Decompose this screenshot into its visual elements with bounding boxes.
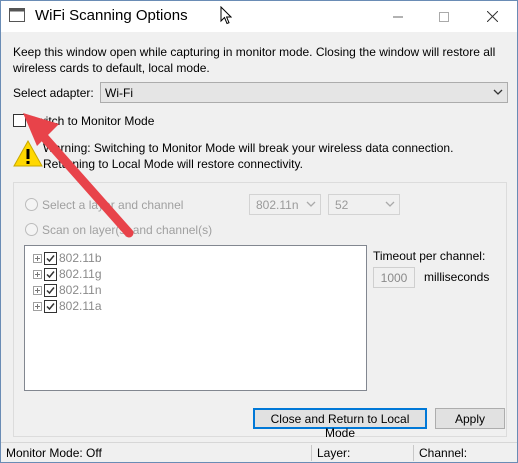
tree-row[interactable]: 802.11b (33, 250, 102, 266)
app-icon (9, 8, 25, 22)
layer-label: 802.11n (59, 283, 102, 297)
status-bar: Monitor Mode: Off Layer: Channel: (1, 442, 517, 462)
expand-icon[interactable] (33, 269, 42, 279)
adapter-label: Select adapter: (13, 86, 94, 100)
timeout-input[interactable]: 1000 (373, 267, 415, 288)
monitor-mode-status: Monitor Mode: Off (6, 446, 102, 460)
status-divider (311, 445, 312, 461)
expand-icon[interactable] (33, 285, 42, 295)
wifi-scanning-options-window: WiFi Scanning Options Keep this window o… (0, 0, 518, 463)
layer-checkbox[interactable] (44, 267, 57, 281)
window-title: WiFi Scanning Options (35, 7, 188, 24)
title-bar[interactable]: WiFi Scanning Options (1, 1, 517, 32)
layer-tree[interactable]: 802.11b 802.11g 802.11n 802.11a (24, 245, 367, 391)
adapter-value: Wi-Fi (105, 86, 133, 100)
channel-status: Channel: (419, 446, 468, 460)
apply-button[interactable]: Apply (435, 408, 505, 429)
minimize-icon (393, 16, 403, 17)
tree-row[interactable]: 802.11a (33, 298, 102, 314)
close-button[interactable] (469, 1, 515, 32)
channel-select-value: 52 (335, 198, 349, 212)
channel-select[interactable]: 52 (328, 194, 400, 215)
layer-checkbox[interactable] (44, 283, 57, 297)
timeout-unit-label: milliseconds (424, 270, 490, 284)
mouse-cursor-icon (220, 5, 233, 28)
layer-select[interactable]: 802.11n (249, 194, 321, 215)
monitor-mode-label[interactable]: Switch to Monitor Mode (29, 114, 154, 128)
description-text: Keep this window open while capturing in… (13, 45, 496, 75)
layer-label: 802.11a (59, 299, 102, 313)
status-divider (413, 445, 414, 461)
minimize-button[interactable] (375, 1, 421, 32)
layer-checkbox[interactable] (44, 299, 57, 313)
checkmark-icon (46, 302, 55, 310)
chevron-down-icon (493, 86, 503, 101)
monitor-mode-checkbox[interactable] (13, 114, 26, 127)
warning-text: Warning: Switching to Monitor Mode will … (43, 141, 454, 171)
layer-select-value: 802.11n (256, 198, 299, 212)
adapter-select[interactable]: Wi-Fi (100, 82, 508, 103)
chevron-down-icon (385, 198, 395, 213)
timeout-label: Timeout per channel: (373, 249, 486, 263)
maximize-button[interactable] (421, 1, 467, 32)
select-layer-channel-radio[interactable] (25, 198, 38, 211)
scan-layers-channels-radio[interactable] (25, 223, 38, 236)
layer-status: Layer: (317, 446, 351, 460)
checkmark-icon (46, 270, 55, 278)
warning-icon (13, 139, 43, 171)
expand-icon[interactable] (33, 253, 42, 263)
close-return-local-button[interactable]: Close and Return to Local Mode (253, 408, 427, 440)
scan-layers-channels-label[interactable]: Scan on layer(s) and channel(s) (42, 223, 212, 237)
checkmark-icon (46, 286, 55, 294)
tree-row[interactable]: 802.11n (33, 282, 102, 298)
layer-label: 802.11b (59, 251, 102, 265)
close-icon (486, 11, 498, 22)
expand-icon[interactable] (33, 301, 42, 311)
chevron-down-icon (306, 198, 316, 213)
tree-row[interactable]: 802.11g (33, 266, 102, 282)
maximize-icon (439, 11, 449, 22)
dialog-content: Keep this window open while capturing in… (1, 32, 517, 442)
layer-label: 802.11g (59, 267, 102, 281)
select-layer-channel-label[interactable]: Select a layer and channel (42, 198, 183, 212)
layer-checkbox[interactable] (44, 251, 57, 265)
checkmark-icon (46, 254, 55, 262)
